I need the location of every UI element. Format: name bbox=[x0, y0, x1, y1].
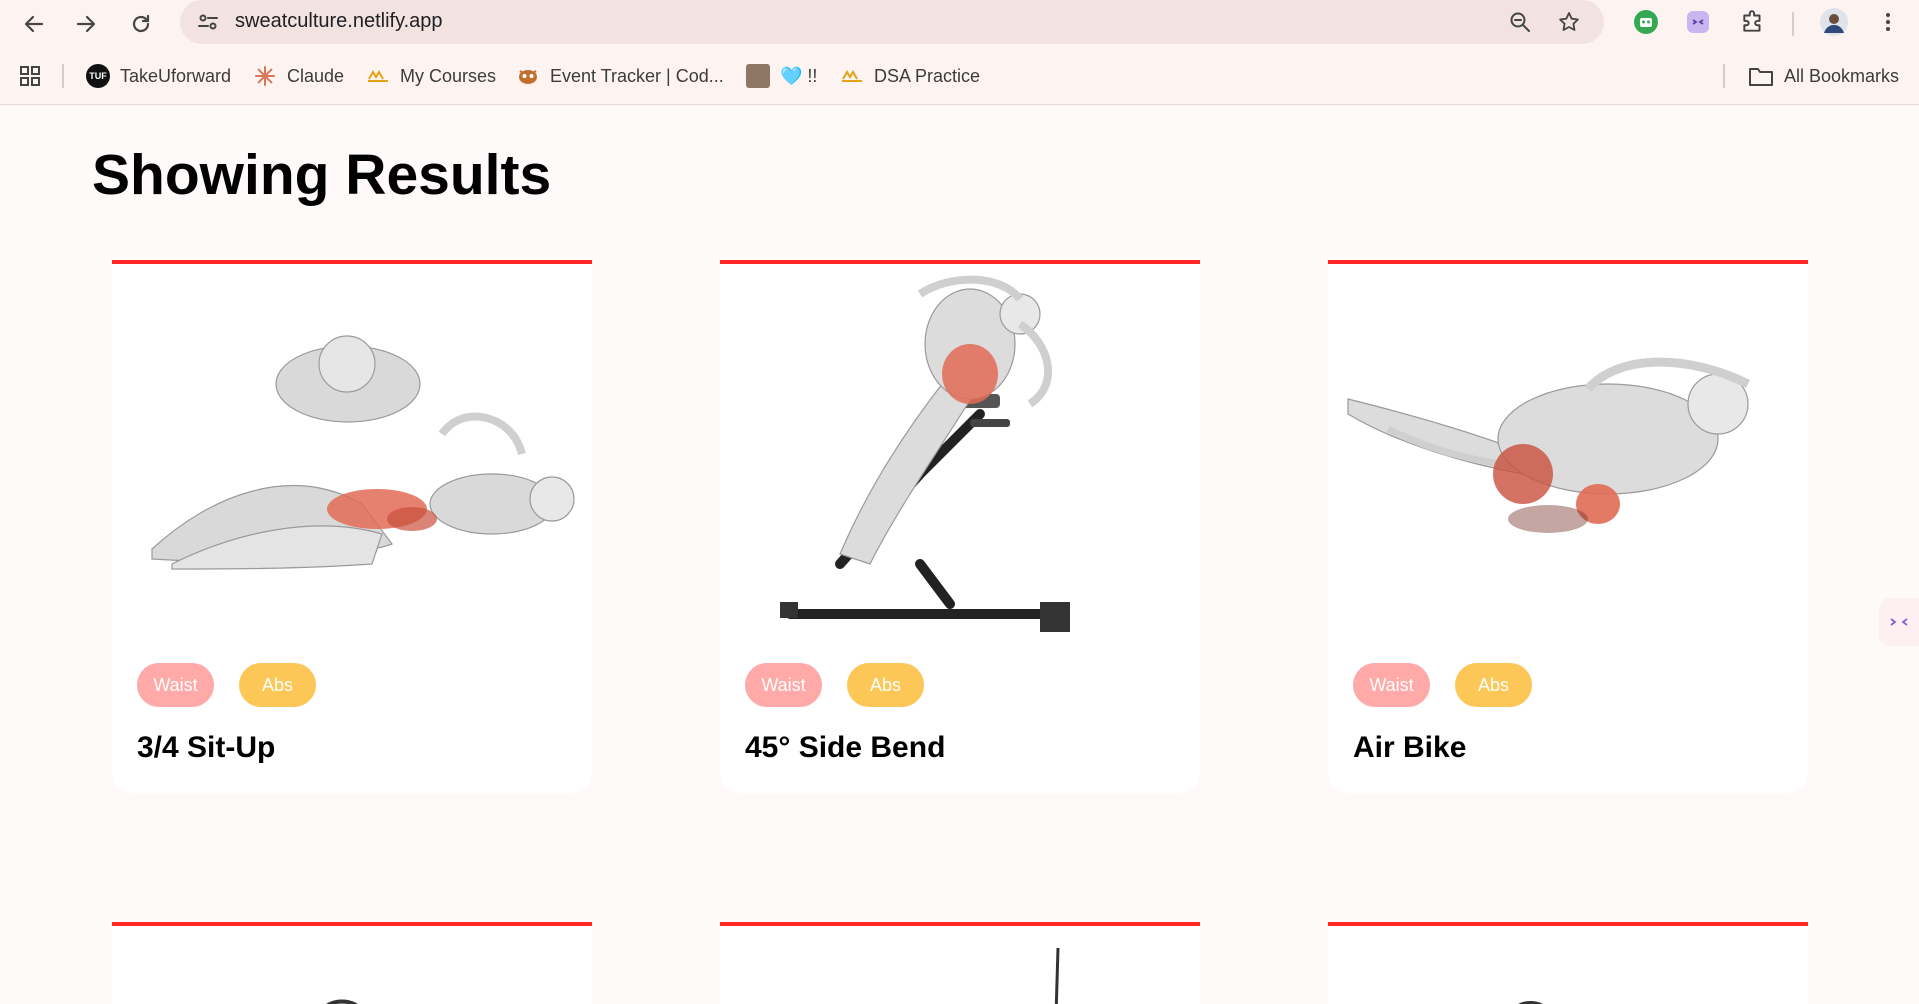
exercise-name: 3/4 Sit-Up bbox=[137, 731, 276, 764]
claude-favicon bbox=[253, 64, 277, 88]
bookmark-label: Claude bbox=[287, 65, 345, 86]
page-title: Showing Results bbox=[92, 143, 552, 207]
bookmark-my-courses[interactable]: My Courses bbox=[366, 62, 496, 90]
address-bar[interactable]: sweatculture.netlify.app bbox=[180, 0, 1604, 44]
bookmark-dsa-practice[interactable]: DSA Practice bbox=[840, 62, 980, 90]
exercise-illustration bbox=[780, 275, 1070, 632]
exercise-card[interactable] bbox=[720, 922, 1200, 1004]
body-part-pill[interactable]: Waist bbox=[1353, 663, 1430, 707]
takeuforward-favicon: TUF bbox=[86, 64, 110, 88]
all-bookmarks-button[interactable]: All Bookmarks bbox=[1748, 62, 1899, 90]
bookmark-label: My Courses bbox=[400, 65, 497, 86]
bookmark-label: 🩵 !! bbox=[780, 65, 818, 86]
star-bookmark-icon[interactable] bbox=[1555, 8, 1583, 36]
exercise-name: 45° Side Bend bbox=[745, 731, 946, 764]
reload-icon bbox=[132, 14, 150, 33]
exercise-illustration bbox=[326, 999, 358, 1004]
exercise-illustration bbox=[1054, 947, 1060, 1004]
kebab-menu-icon[interactable] bbox=[1872, 6, 1904, 38]
bookmarks-divider bbox=[1723, 64, 1725, 88]
site-info-icon[interactable] bbox=[196, 10, 220, 39]
all-bookmarks-label: All Bookmarks bbox=[1784, 65, 1900, 86]
apps-grid-icon[interactable] bbox=[18, 62, 42, 90]
exercise-illustration bbox=[151, 335, 575, 570]
photo-favicon bbox=[746, 64, 770, 88]
bookmark-label: Event Tracker | Cod... bbox=[550, 65, 724, 86]
url-text[interactable]: sweatculture.netlify.app bbox=[235, 10, 443, 33]
exercise-card[interactable] bbox=[112, 922, 592, 1004]
bookmark-takeuforward[interactable]: TUF TakeUforward bbox=[86, 62, 231, 90]
side-extension-icon[interactable] bbox=[1879, 598, 1919, 646]
bookmark-event-tracker[interactable]: Event Tracker | Cod... bbox=[516, 62, 724, 90]
exercise-name: Air Bike bbox=[1353, 731, 1467, 764]
dsa-favicon bbox=[840, 64, 864, 88]
arrow-right-icon bbox=[76, 15, 96, 33]
folder-icon bbox=[1749, 68, 1773, 86]
extension-green-icon[interactable] bbox=[1630, 6, 1662, 38]
bookmarks-divider bbox=[62, 64, 64, 88]
bookmarks-bar: TUF TakeUforward Claude My Courses Event… bbox=[0, 48, 1919, 105]
bookmark-label: DSA Practice bbox=[874, 65, 981, 86]
event-tracker-favicon bbox=[516, 64, 540, 88]
exercise-illustration bbox=[1347, 357, 1751, 533]
exercise-card[interactable]: Waist Abs 45° Side Bend bbox=[720, 260, 1200, 793]
exercise-illustration bbox=[1518, 1001, 1543, 1004]
target-muscle-pill[interactable]: Abs bbox=[1455, 663, 1532, 707]
exercise-card[interactable]: Waist Abs 3/4 Sit-Up bbox=[112, 260, 592, 793]
zoom-icon[interactable] bbox=[1506, 8, 1534, 36]
exercise-card[interactable]: Waist Abs Air Bike bbox=[1328, 260, 1808, 793]
forward-button[interactable] bbox=[66, 4, 106, 44]
profile-avatar[interactable] bbox=[1818, 6, 1850, 38]
courses-favicon bbox=[366, 64, 390, 88]
body-part-pill[interactable]: Waist bbox=[745, 663, 822, 707]
bookmark-claude[interactable]: Claude bbox=[253, 62, 344, 90]
toolbar-divider bbox=[1792, 12, 1794, 36]
exercise-card[interactable] bbox=[1328, 922, 1808, 1004]
target-muscle-pill[interactable]: Abs bbox=[239, 663, 316, 707]
reload-button[interactable] bbox=[121, 4, 161, 44]
bookmark-photo[interactable]: 🩵 !! bbox=[746, 62, 817, 90]
body-part-pill[interactable]: Waist bbox=[137, 663, 214, 707]
puzzle-extensions-icon[interactable] bbox=[1737, 6, 1769, 38]
extension-purple-icon[interactable] bbox=[1682, 6, 1714, 38]
browser-toolbar: sweatculture.netlify.app bbox=[0, 0, 1919, 48]
arrow-left-icon bbox=[24, 15, 44, 33]
bookmark-label: TakeUforward bbox=[120, 65, 232, 86]
back-button[interactable] bbox=[14, 4, 54, 44]
target-muscle-pill[interactable]: Abs bbox=[847, 663, 924, 707]
